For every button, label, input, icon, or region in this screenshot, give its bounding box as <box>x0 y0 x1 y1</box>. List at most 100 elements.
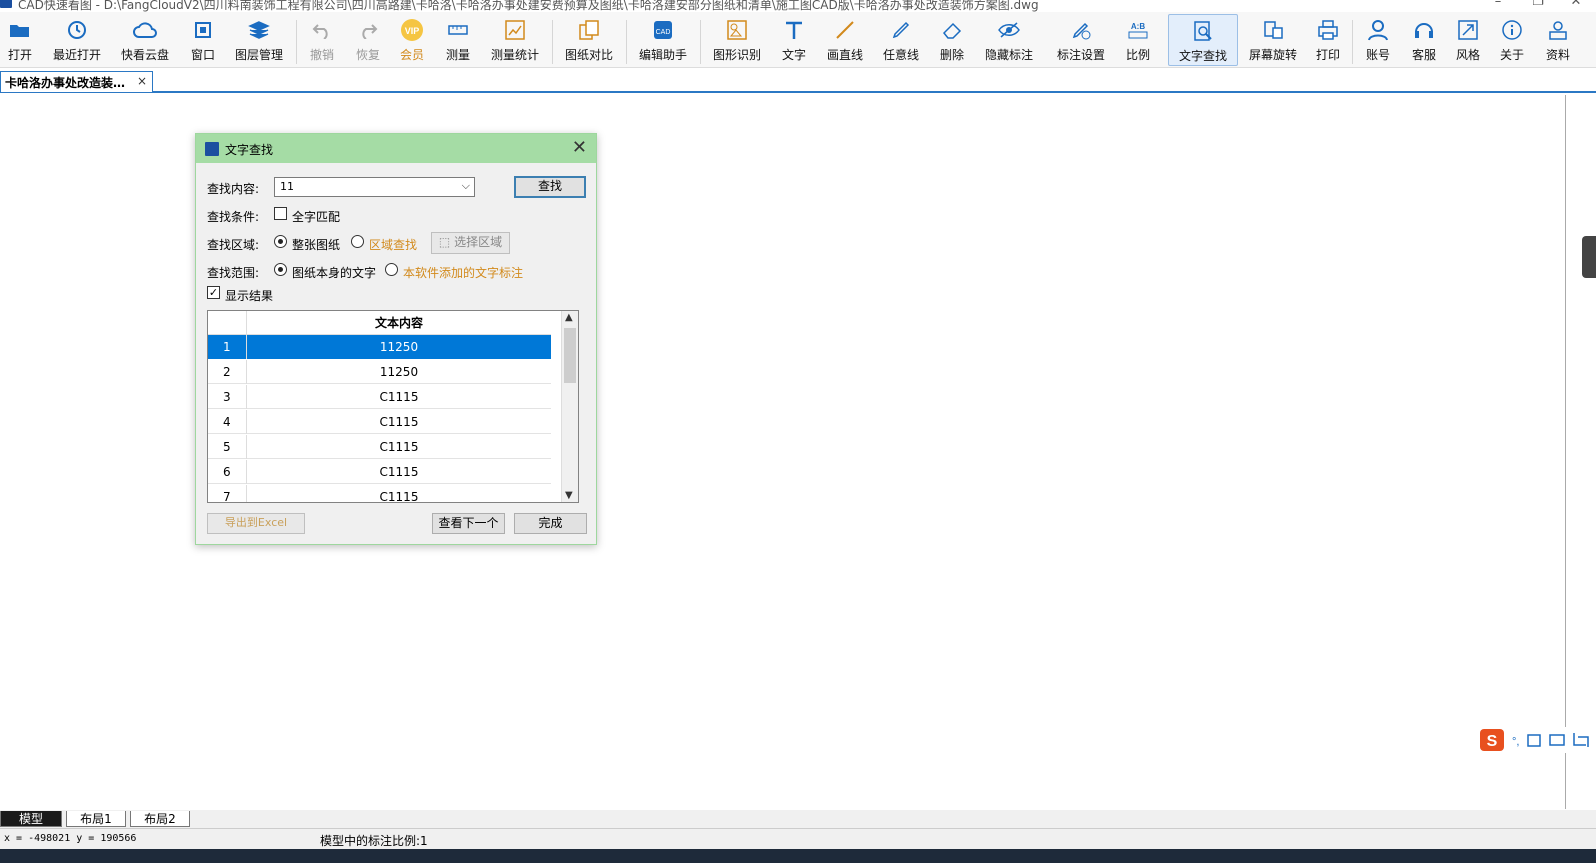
minimize-button[interactable]: – <box>1478 0 1518 10</box>
ime-toolbar[interactable]: S °, <box>1478 727 1596 753</box>
layers-button[interactable]: 图层管理 <box>230 14 288 66</box>
redo-button[interactable]: 恢复 <box>350 14 386 66</box>
eraser-icon <box>940 18 964 42</box>
scroll-up-icon[interactable]: ▲ <box>565 312 573 323</box>
side-panel-handle[interactable] <box>1582 236 1596 278</box>
compare-button[interactable]: 图纸对比 <box>560 14 618 66</box>
document-tab-label: 卡哈洛办事处改造装… <box>5 76 126 90</box>
table-row[interactable]: 2 11250 <box>208 360 551 384</box>
sogou-ime-icon[interactable]: S °, <box>1478 727 1596 753</box>
text-search-icon <box>1191 19 1215 43</box>
toolbar-separator <box>296 20 297 64</box>
resources-button[interactable]: 资料 <box>1540 14 1576 66</box>
scale-button[interactable]: A:B 比例 <box>1120 14 1156 66</box>
document-tab-bar: 卡哈洛办事处改造装… × <box>0 69 1596 93</box>
line-button[interactable]: 画直线 <box>822 14 868 66</box>
close-window-button[interactable]: ✕ <box>1556 0 1596 10</box>
layers-icon <box>247 18 271 42</box>
rotate-button[interactable]: 屏幕旋转 <box>1244 14 1302 66</box>
row-index: 7 <box>208 485 247 502</box>
scroll-down-icon[interactable]: ▼ <box>565 490 573 501</box>
area-region-radio[interactable] <box>351 235 364 248</box>
main-toolbar: 打开 最近打开 快看云盘 窗口 图层管理 撤销 恢复 VIP 会员 测量 测量统… <box>0 12 1596 68</box>
style-button[interactable]: 风格 <box>1450 14 1486 66</box>
results-table[interactable]: 文本内容 1 11250 2 11250 3 C1115 4 C1115 5 C… <box>207 310 579 503</box>
range-drawing-radio[interactable] <box>274 263 287 276</box>
search-input[interactable]: 11 ⌵ <box>274 177 475 197</box>
area-whole-radio[interactable] <box>274 235 287 248</box>
restore-button[interactable]: ❐ <box>1518 0 1558 10</box>
table-row[interactable]: 1 11250 <box>208 335 551 359</box>
text-button[interactable]: 文字 <box>776 14 812 66</box>
printer-icon <box>1316 18 1340 42</box>
select-region-button[interactable]: ⬚ 选择区域 <box>431 232 510 254</box>
window-title: CAD快速看图 - D:\FangCloudV2\四川料南装饰工程有限公司\四川… <box>18 0 1039 12</box>
open-button[interactable]: 打开 <box>2 14 38 66</box>
annotation-settings-button[interactable]: 标注设置 <box>1052 14 1110 66</box>
cad-edit-icon: CAD <box>651 18 675 42</box>
show-results-label: 显示结果 <box>225 289 274 303</box>
select-region-label: 选择区域 <box>454 235 503 249</box>
show-results-checkbox[interactable]: ✓ <box>207 286 220 299</box>
recent-button[interactable]: 最近打开 <box>48 14 106 66</box>
row-text: C1115 <box>379 440 419 454</box>
toolbar-separator <box>552 20 553 64</box>
chart-icon <box>503 18 527 42</box>
pen-icon <box>889 18 913 42</box>
tab-layout2[interactable]: 布局2 <box>130 811 190 827</box>
status-bar: x = -498021 y = 190566 模型中的标注比例:1 <box>0 828 1596 849</box>
svg-text:VIP: VIP <box>405 26 420 36</box>
shape-recognition-button[interactable]: 图形识别 <box>708 14 766 66</box>
table-row[interactable]: 5 C1115 <box>208 435 551 459</box>
range-added-radio[interactable] <box>385 263 398 276</box>
about-button[interactable]: 关于 <box>1494 14 1530 66</box>
next-result-button[interactable]: 查看下一个 <box>432 513 505 534</box>
dialog-title-bar[interactable]: 文字查找 ✕ <box>196 134 596 163</box>
annotation-settings-icon <box>1069 18 1093 42</box>
cloud-button[interactable]: 快看云盘 <box>116 14 174 66</box>
user-icon <box>1366 18 1390 42</box>
row-index: 1 <box>208 335 247 359</box>
table-row[interactable]: 6 C1115 <box>208 460 551 484</box>
whole-word-checkbox[interactable] <box>274 207 287 220</box>
print-button[interactable]: 打印 <box>1310 14 1346 66</box>
tab-model[interactable]: 模型 <box>0 811 62 827</box>
results-scrollbar[interactable]: ▲ ▼ <box>561 311 578 502</box>
export-excel-button[interactable]: 导出到Excel <box>207 513 305 534</box>
range-drawing-label: 图纸本身的文字 <box>292 266 377 280</box>
support-button[interactable]: 客服 <box>1406 14 1442 66</box>
whole-word-label: 全字匹配 <box>292 210 341 224</box>
canvas-right-edge <box>1566 95 1596 809</box>
hide-annotation-button[interactable]: 隐藏标注 <box>980 14 1038 66</box>
freeline-button[interactable]: 任意线 <box>878 14 924 66</box>
edit-assist-button[interactable]: CAD 编辑助手 <box>634 14 692 66</box>
dialog-close-icon[interactable]: ✕ <box>572 137 587 158</box>
close-tab-icon[interactable]: × <box>137 74 147 88</box>
clock-icon <box>65 18 89 42</box>
table-row[interactable]: 7 C1115 <box>208 485 551 502</box>
scroll-thumb[interactable] <box>564 328 576 383</box>
vip-button[interactable]: VIP 会员 <box>394 14 430 66</box>
text-icon <box>782 18 806 42</box>
measure-button[interactable]: 测量 <box>440 14 476 66</box>
window-button[interactable]: 窗口 <box>186 14 220 66</box>
text-search-dialog: 文字查找 ✕ 查找内容: 11 ⌵ 查找 查找条件: 全字匹配 查找区域: 整张… <box>195 133 597 545</box>
range-added-label: 本软件添加的文字标注 <box>403 266 524 280</box>
done-button[interactable]: 完成 <box>514 513 587 534</box>
document-tab[interactable]: 卡哈洛办事处改造装… × <box>0 71 153 92</box>
table-row[interactable]: 4 C1115 <box>208 410 551 434</box>
eye-icon <box>997 18 1021 42</box>
search-range-label: 查找范围: <box>207 266 260 280</box>
delete-button[interactable]: 删除 <box>934 14 970 66</box>
chevron-down-icon[interactable]: ⌵ <box>462 179 470 193</box>
search-button[interactable]: 查找 <box>514 176 586 198</box>
redo-icon <box>356 18 380 42</box>
undo-button[interactable]: 撤销 <box>304 14 340 66</box>
measure-stats-button[interactable]: 测量统计 <box>486 14 544 66</box>
svg-text:°,: °, <box>1512 736 1519 748</box>
table-row[interactable]: 3 C1115 <box>208 385 551 409</box>
tab-layout1[interactable]: 布局1 <box>66 811 126 827</box>
text-search-button[interactable]: 文字查找 <box>1168 14 1238 66</box>
account-button[interactable]: 账号 <box>1360 14 1396 66</box>
row-index: 3 <box>208 385 247 409</box>
